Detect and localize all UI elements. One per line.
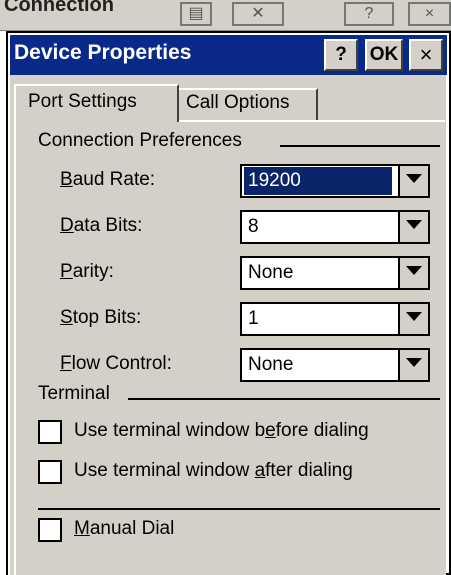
baud-rate-label: Baud Rate: xyxy=(60,169,156,190)
stop-bits-label: Stop Bits: xyxy=(60,307,142,328)
help-button[interactable]: ? xyxy=(324,39,358,71)
connection-preferences-heading: Connection Preferences xyxy=(38,130,244,152)
terminal-heading: Terminal xyxy=(38,383,112,405)
parity-chevron-down-icon[interactable] xyxy=(398,258,428,288)
tab-call-options[interactable]: Call Options xyxy=(178,88,318,120)
flow-control-label: Flow Control: xyxy=(60,353,172,374)
background-window-title: Connection xyxy=(4,0,114,16)
dialog-titlebar: Device Properties ? OK × xyxy=(10,35,447,75)
stop-bits-dropdown[interactable]: 1 xyxy=(240,302,430,336)
flow-control-dropdown[interactable]: None xyxy=(240,348,430,382)
manual-dial-divider xyxy=(38,508,440,510)
parity-value: None xyxy=(248,262,294,283)
data-bits-chevron-down-icon[interactable] xyxy=(398,212,428,242)
data-bits-dropdown[interactable]: 8 xyxy=(240,210,430,244)
background-toolbar-icon: ▤ xyxy=(180,2,212,26)
group-divider xyxy=(280,145,440,147)
before-dialing-checkbox[interactable] xyxy=(38,420,62,444)
after-dialing-label[interactable]: Use terminal window after dialing xyxy=(74,460,353,482)
data-bits-label: Data Bits: xyxy=(60,215,143,236)
parity-label: Parity: xyxy=(60,261,114,282)
tab-port-settings[interactable]: Port Settings xyxy=(14,84,179,122)
background-window-titlebar: Connection ▤ ✕ ? × xyxy=(0,0,451,31)
before-dialing-label[interactable]: Use terminal window before dialing xyxy=(74,420,369,442)
baud-rate-dropdown[interactable]: 19200 xyxy=(240,164,430,198)
close-button[interactable]: × xyxy=(409,39,443,71)
flow-control-chevron-down-icon[interactable] xyxy=(398,350,428,380)
stop-bits-chevron-down-icon[interactable] xyxy=(398,304,428,334)
background-close-icon: × xyxy=(408,2,451,26)
baud-rate-value: 19200 xyxy=(244,167,392,195)
dialog-title: Device Properties xyxy=(14,41,192,64)
background-help-icon: ? xyxy=(344,2,394,26)
flow-control-value: None xyxy=(248,354,294,375)
manual-dial-label[interactable]: Manual Dial xyxy=(74,518,174,540)
ok-button[interactable]: OK xyxy=(365,39,403,71)
data-bits-value: 8 xyxy=(248,216,259,237)
stop-bits-value: 1 xyxy=(248,308,259,329)
parity-dropdown[interactable]: None xyxy=(240,256,430,290)
terminal-divider xyxy=(128,398,440,400)
manual-dial-checkbox[interactable] xyxy=(38,518,62,542)
background-toolbar-icon-2: ✕ xyxy=(232,2,284,26)
after-dialing-checkbox[interactable] xyxy=(38,460,62,484)
baud-rate-chevron-down-icon[interactable] xyxy=(398,166,428,196)
